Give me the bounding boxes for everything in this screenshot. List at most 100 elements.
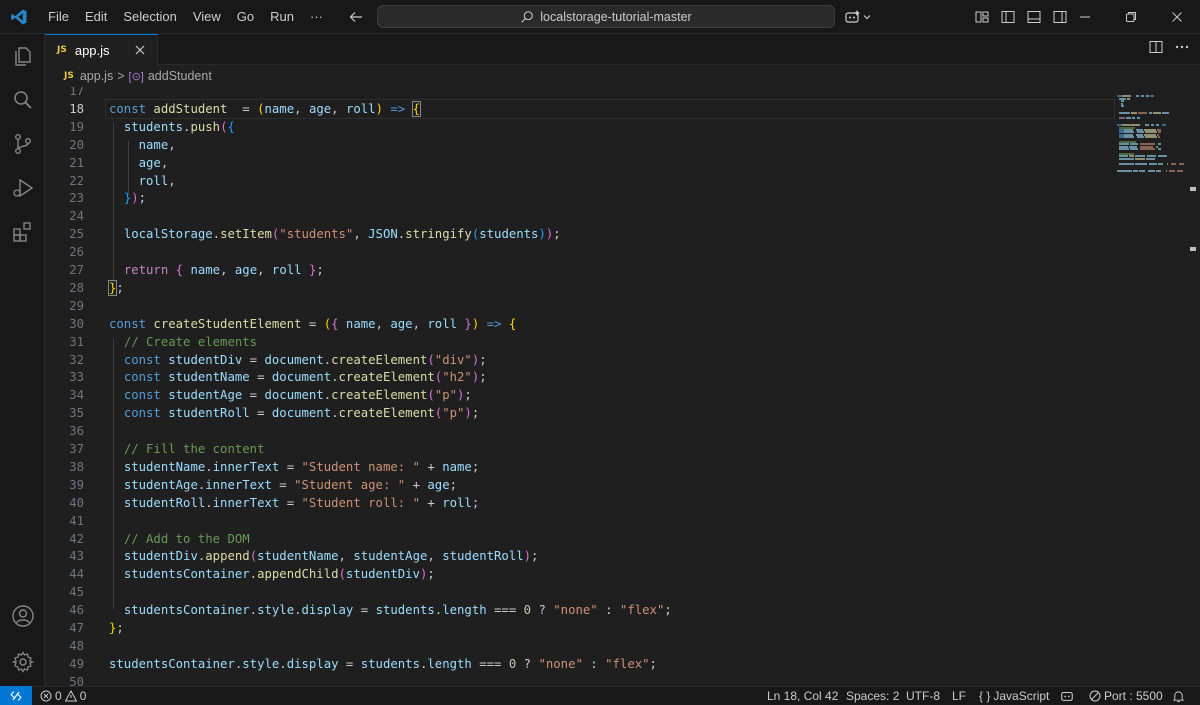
code-line[interactable]: 37 // Fill the content	[45, 440, 1115, 458]
toggle-primary-sidebar-icon[interactable]	[998, 6, 1018, 28]
code-line[interactable]: 20 name,	[45, 136, 1115, 154]
menu-edit[interactable]: Edit	[77, 5, 115, 29]
restore-icon[interactable]	[1108, 0, 1154, 34]
language-mode[interactable]: { } JavaScript	[979, 687, 1049, 705]
minimap-token	[1126, 117, 1131, 119]
minimap-token	[1126, 97, 1131, 100]
menu-file[interactable]: File	[40, 5, 77, 29]
notifications-bell-icon[interactable]	[1172, 687, 1185, 705]
source-control-icon[interactable]	[0, 122, 45, 166]
menu-run[interactable]: Run	[262, 5, 302, 29]
code-editor[interactable]: 17 18 const addStudent = (name, age, roll)…	[45, 87, 1200, 686]
breadcrumb-symbol[interactable]: addStudent	[148, 69, 212, 83]
code-text: const addStudent = (name, age, roll) => …	[109, 100, 422, 117]
extensions-icon[interactable]	[0, 210, 45, 254]
code-line[interactable]: 35 const studentRoll = document.createEl…	[45, 404, 1115, 422]
breadcrumb-file[interactable]: app.js	[80, 69, 113, 83]
code-text: studentAge.innerText = "Student age: " +…	[123, 477, 458, 492]
live-server-port[interactable]: Port : 5500	[1089, 687, 1163, 705]
minimize-icon[interactable]	[1062, 0, 1108, 34]
code-line[interactable]: 31 // Create elements	[45, 333, 1115, 351]
line-number: 28	[69, 280, 84, 295]
minimap-token	[1149, 162, 1157, 165]
code-line[interactable]: 27 return { name, age, roll };	[45, 261, 1115, 279]
encoding-setting[interactable]: UTF-8	[906, 687, 940, 705]
code-line[interactable]: 49 studentsContainer.style.display = stud…	[45, 655, 1115, 673]
close-window-icon[interactable]	[1154, 0, 1200, 34]
minimap-token	[1124, 136, 1135, 139]
minimap-token	[1153, 112, 1162, 115]
code-line[interactable]: 42 // Add to the DOM	[45, 530, 1115, 548]
code-line[interactable]: 18 const addStudent = (name, age, roll) =…	[45, 100, 1115, 118]
code-line[interactable]: 44 studentsContainer.appendChild(student…	[45, 565, 1115, 583]
indentation-setting[interactable]: Spaces: 2	[846, 687, 899, 705]
code-line[interactable]: 22 roll,	[45, 172, 1115, 190]
code-text: // Add to the DOM	[123, 531, 250, 546]
code-line[interactable]: 32 const studentDiv = document.createEle…	[45, 351, 1115, 369]
code-line[interactable]: 25 localStorage.setItem("students", JSON…	[45, 225, 1115, 243]
settings-gear-icon[interactable]	[0, 640, 45, 684]
command-center-search[interactable]: localstorage-tutorial-master	[377, 5, 835, 28]
toggle-panel-icon[interactable]	[1024, 6, 1044, 28]
search-icon[interactable]	[0, 78, 45, 122]
menu-view[interactable]: View	[185, 5, 229, 29]
more-actions-icon[interactable]	[1174, 39, 1190, 58]
code-line[interactable]: 48	[45, 637, 1115, 655]
code-line[interactable]: 30 const createStudentElement = ({ name, …	[45, 315, 1115, 333]
code-line[interactable]: 29	[45, 297, 1115, 315]
chevron-down-icon	[863, 15, 871, 20]
tab-app-js[interactable]: JS app.js	[45, 34, 158, 65]
line-ending-setting[interactable]: LF	[952, 687, 966, 705]
close-icon[interactable]	[131, 41, 149, 59]
minimap-token	[1135, 162, 1140, 165]
code-line[interactable]: 28};	[45, 279, 1115, 297]
menu-more[interactable]: ···	[302, 5, 331, 29]
back-arrow-icon[interactable]	[345, 6, 367, 28]
code-text: const studentRoll = document.createEleme…	[123, 406, 480, 421]
code-line[interactable]: 43 studentDiv.append(studentName, studen…	[45, 547, 1115, 565]
line-number: 40	[69, 495, 84, 510]
menu-selection[interactable]: Selection	[115, 5, 184, 29]
copilot-status-icon[interactable]	[1060, 687, 1074, 705]
explorer-icon[interactable]	[0, 34, 45, 78]
run-debug-icon[interactable]	[0, 166, 45, 210]
code-line[interactable]: 17	[45, 87, 1115, 100]
menu-go[interactable]: Go	[229, 5, 262, 29]
code-line[interactable]: 46 studentsContainer.style.display = stu…	[45, 601, 1115, 619]
line-number: 35	[69, 406, 84, 421]
minimap[interactable]	[1117, 87, 1187, 177]
code-line[interactable]: 36	[45, 422, 1115, 440]
scrollbar-marker	[1190, 187, 1196, 191]
code-line[interactable]: 21 age,	[45, 154, 1115, 172]
problems-indicator[interactable]: 0 0	[40, 687, 86, 705]
line-number: 42	[69, 531, 84, 546]
code-line[interactable]: 38 studentName.innerText = "Student name…	[45, 458, 1115, 476]
line-number: 21	[69, 155, 84, 170]
code-line[interactable]: 40 studentRoll.innerText = "Student roll…	[45, 494, 1115, 512]
cursor-position[interactable]: Ln 18, Col 42	[767, 687, 838, 705]
code-line[interactable]: 47};	[45, 619, 1115, 637]
code-line[interactable]: 41	[45, 512, 1115, 530]
split-editor-icon[interactable]	[1148, 39, 1164, 58]
code-text: // Create elements	[123, 334, 258, 349]
code-text: name,	[138, 137, 176, 152]
code-line[interactable]: 50	[45, 673, 1115, 686]
symbol-variable-icon: [⊙]	[128, 70, 144, 83]
code-line[interactable]: 45	[45, 583, 1115, 601]
code-line[interactable]: 39 studentAge.innerText = "Student age: …	[45, 476, 1115, 494]
code-line[interactable]: 23 });	[45, 189, 1115, 207]
code-line[interactable]: 26	[45, 243, 1115, 261]
code-line[interactable]: 19 students.push({	[45, 118, 1115, 136]
vscode-logo-icon	[4, 0, 34, 34]
code-line[interactable]: 34 const studentAge = document.createEle…	[45, 386, 1115, 404]
minimap-token	[1145, 95, 1150, 98]
minimap-token	[1177, 169, 1183, 172]
remote-indicator[interactable]	[0, 686, 32, 705]
code-line[interactable]: 24	[45, 207, 1115, 225]
code-line[interactable]: 33 const studentName = document.createEl…	[45, 368, 1115, 386]
customize-layout-icon[interactable]	[972, 6, 992, 28]
minimap-token	[1141, 95, 1144, 98]
copilot-button[interactable]	[844, 6, 872, 28]
line-number: 17	[69, 87, 84, 98]
account-icon[interactable]	[0, 594, 45, 638]
